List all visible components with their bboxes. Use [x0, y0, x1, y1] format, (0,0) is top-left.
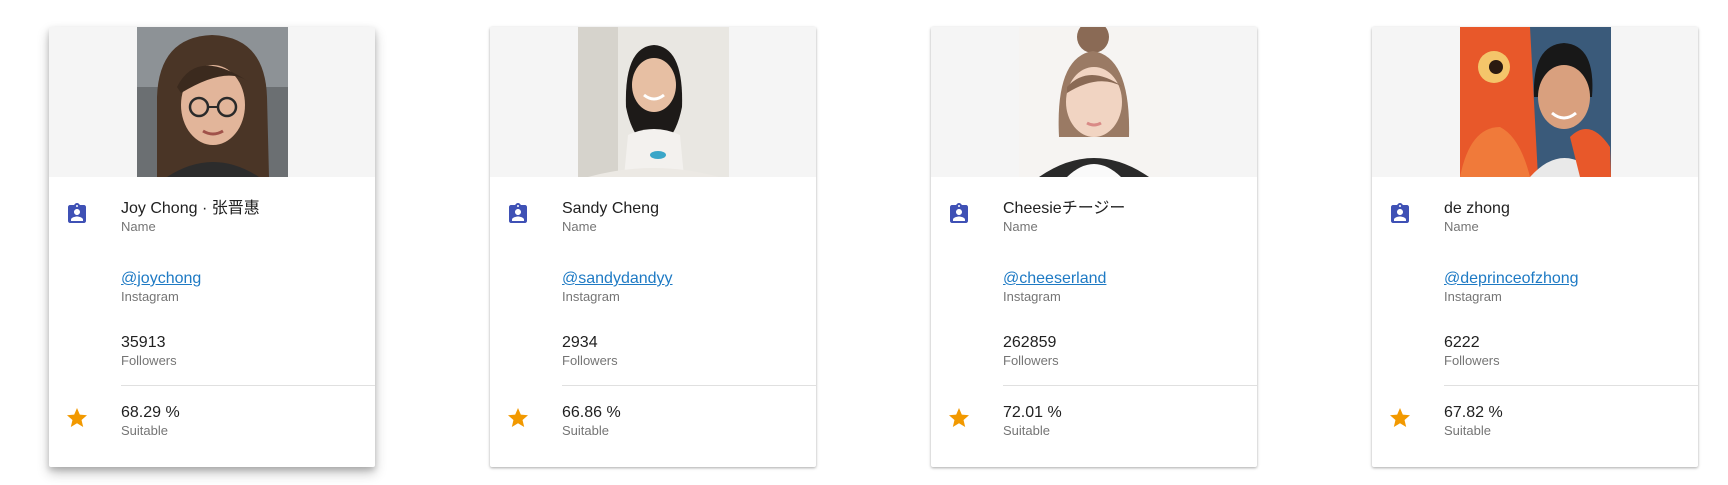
name-label: Name — [1003, 219, 1038, 234]
profile-media — [49, 27, 375, 177]
followers-label: Followers — [562, 353, 618, 368]
influencer-card[interactable]: Sandy Cheng Name @sandydandyy Instagram … — [490, 27, 816, 467]
star-icon — [67, 408, 87, 427]
influencer-name: Cheesieチージー — [1003, 200, 1126, 217]
profile-media — [490, 27, 816, 177]
followers-count: 35913 — [121, 334, 166, 351]
followers-label: Followers — [1444, 353, 1500, 368]
suitability-score: 72.01 % — [1003, 404, 1062, 421]
profile-media — [1372, 27, 1698, 177]
star-icon — [1390, 408, 1410, 427]
profile-media — [931, 27, 1257, 177]
star-icon — [949, 408, 969, 427]
divider — [562, 385, 816, 386]
influencer-name: Joy Chong · 张晋惠 — [121, 200, 260, 217]
profile-photo — [137, 27, 288, 177]
name-label: Name — [1444, 219, 1479, 234]
followers-count: 262859 — [1003, 334, 1057, 351]
contact-badge-icon — [509, 203, 527, 223]
profile-photo — [1460, 27, 1611, 177]
instagram-handle-link[interactable]: @cheeserland — [1003, 269, 1106, 289]
suitability-label: Suitable — [121, 423, 168, 438]
followers-count: 2934 — [562, 334, 598, 351]
influencer-card[interactable]: de zhong Name @deprinceofzhong Instagram… — [1372, 27, 1698, 467]
instagram-label: Instagram — [1003, 289, 1061, 304]
star-icon — [508, 408, 528, 427]
suitability-score: 68.29 % — [121, 404, 180, 421]
followers-count: 6222 — [1444, 334, 1480, 351]
suitability-score: 66.86 % — [562, 404, 621, 421]
influencer-card[interactable]: Joy Chong · 张晋惠 Name @joychong Instagram… — [49, 27, 375, 467]
name-label: Name — [121, 219, 156, 234]
contact-badge-icon — [1391, 203, 1409, 223]
followers-label: Followers — [1003, 353, 1059, 368]
suitability-score: 67.82 % — [1444, 404, 1503, 421]
contact-badge-icon — [68, 203, 86, 223]
contact-badge-icon — [950, 203, 968, 223]
instagram-label: Instagram — [1444, 289, 1502, 304]
influencer-name: de zhong — [1444, 200, 1510, 217]
instagram-label: Instagram — [121, 289, 179, 304]
divider — [121, 385, 375, 386]
divider — [1444, 385, 1698, 386]
followers-label: Followers — [121, 353, 177, 368]
profile-photo — [578, 27, 729, 177]
instagram-handle-link[interactable]: @sandydandyy — [562, 269, 673, 289]
instagram-handle-link[interactable]: @deprinceofzhong — [1444, 269, 1579, 289]
instagram-handle-link[interactable]: @joychong — [121, 269, 201, 289]
influencer-name: Sandy Cheng — [562, 200, 659, 217]
suitability-label: Suitable — [1003, 423, 1050, 438]
influencer-card[interactable]: Cheesieチージー Name @cheeserland Instagram … — [931, 27, 1257, 467]
suitability-label: Suitable — [562, 423, 609, 438]
suitability-label: Suitable — [1444, 423, 1491, 438]
name-label: Name — [562, 219, 597, 234]
divider — [1003, 385, 1257, 386]
instagram-label: Instagram — [562, 289, 620, 304]
profile-photo — [1019, 27, 1170, 177]
